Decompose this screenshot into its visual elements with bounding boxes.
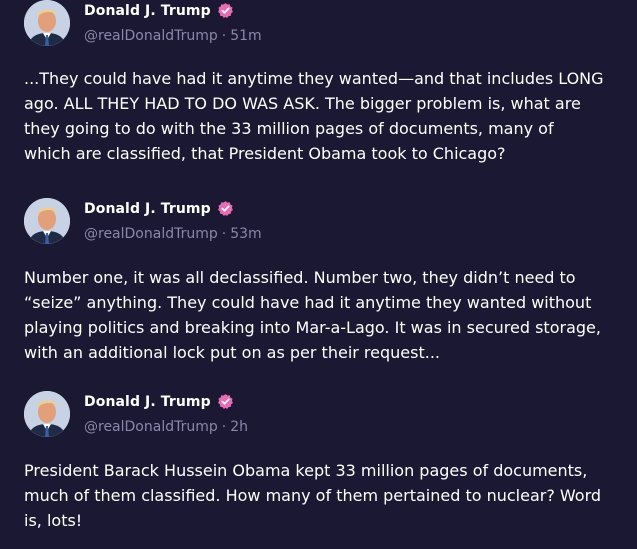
avatar-portrait-icon — [24, 198, 70, 244]
post-timestamp[interactable]: 2h — [230, 419, 248, 435]
verified-badge-icon — [217, 201, 233, 216]
post-text: President Barack Hussein Obama kept 33 m… — [24, 461, 602, 530]
verified-badge-icon — [217, 394, 233, 409]
post-meta: @realDonaldTrump · 51m — [84, 28, 262, 44]
post[interactable]: Donald J. Trump @realDonaldTrump · 51m ...… — [0, 0, 637, 163]
post[interactable]: Donald J. Trump @realDonaldTrump · 53m Num… — [0, 198, 637, 362]
author-handle[interactable]: @realDonaldTrump — [84, 28, 218, 44]
avatar[interactable] — [24, 198, 70, 244]
author-name[interactable]: Donald J. Trump — [84, 394, 211, 410]
name-row: Donald J. Trump — [84, 2, 234, 19]
author-handle[interactable]: @realDonaldTrump — [84, 419, 218, 435]
post-meta: @realDonaldTrump · 2h — [84, 419, 248, 435]
name-row: Donald J. Trump — [84, 200, 234, 217]
author-name[interactable]: Donald J. Trump — [84, 201, 211, 217]
author-name[interactable]: Donald J. Trump — [84, 3, 211, 19]
post-meta: @realDonaldTrump · 53m — [84, 226, 262, 242]
avatar[interactable] — [24, 391, 70, 437]
post-header: Donald J. Trump @realDonaldTrump · 2h — [0, 391, 637, 443]
author-handle[interactable]: @realDonaldTrump — [84, 226, 218, 242]
post-text: ...They could have had it anytime they w… — [24, 69, 604, 163]
name-row: Donald J. Trump — [84, 393, 234, 410]
post-text: Number one, it was all declassified. Num… — [24, 268, 601, 362]
post-timestamp[interactable]: 53m — [230, 226, 261, 242]
post-header: Donald J. Trump @realDonaldTrump · 51m — [0, 0, 637, 52]
post-header: Donald J. Trump @realDonaldTrump · 53m — [0, 198, 637, 250]
verified-badge-icon — [217, 3, 233, 18]
post-timestamp[interactable]: 51m — [230, 28, 261, 44]
post[interactable]: Donald J. Trump @realDonaldTrump · 2h Pres… — [0, 391, 637, 530]
avatar-portrait-icon — [24, 391, 70, 437]
post-feed: Donald J. Trump @realDonaldTrump · 51m ...… — [0, 0, 637, 549]
avatar-portrait-icon — [24, 0, 70, 46]
avatar[interactable] — [24, 0, 70, 46]
